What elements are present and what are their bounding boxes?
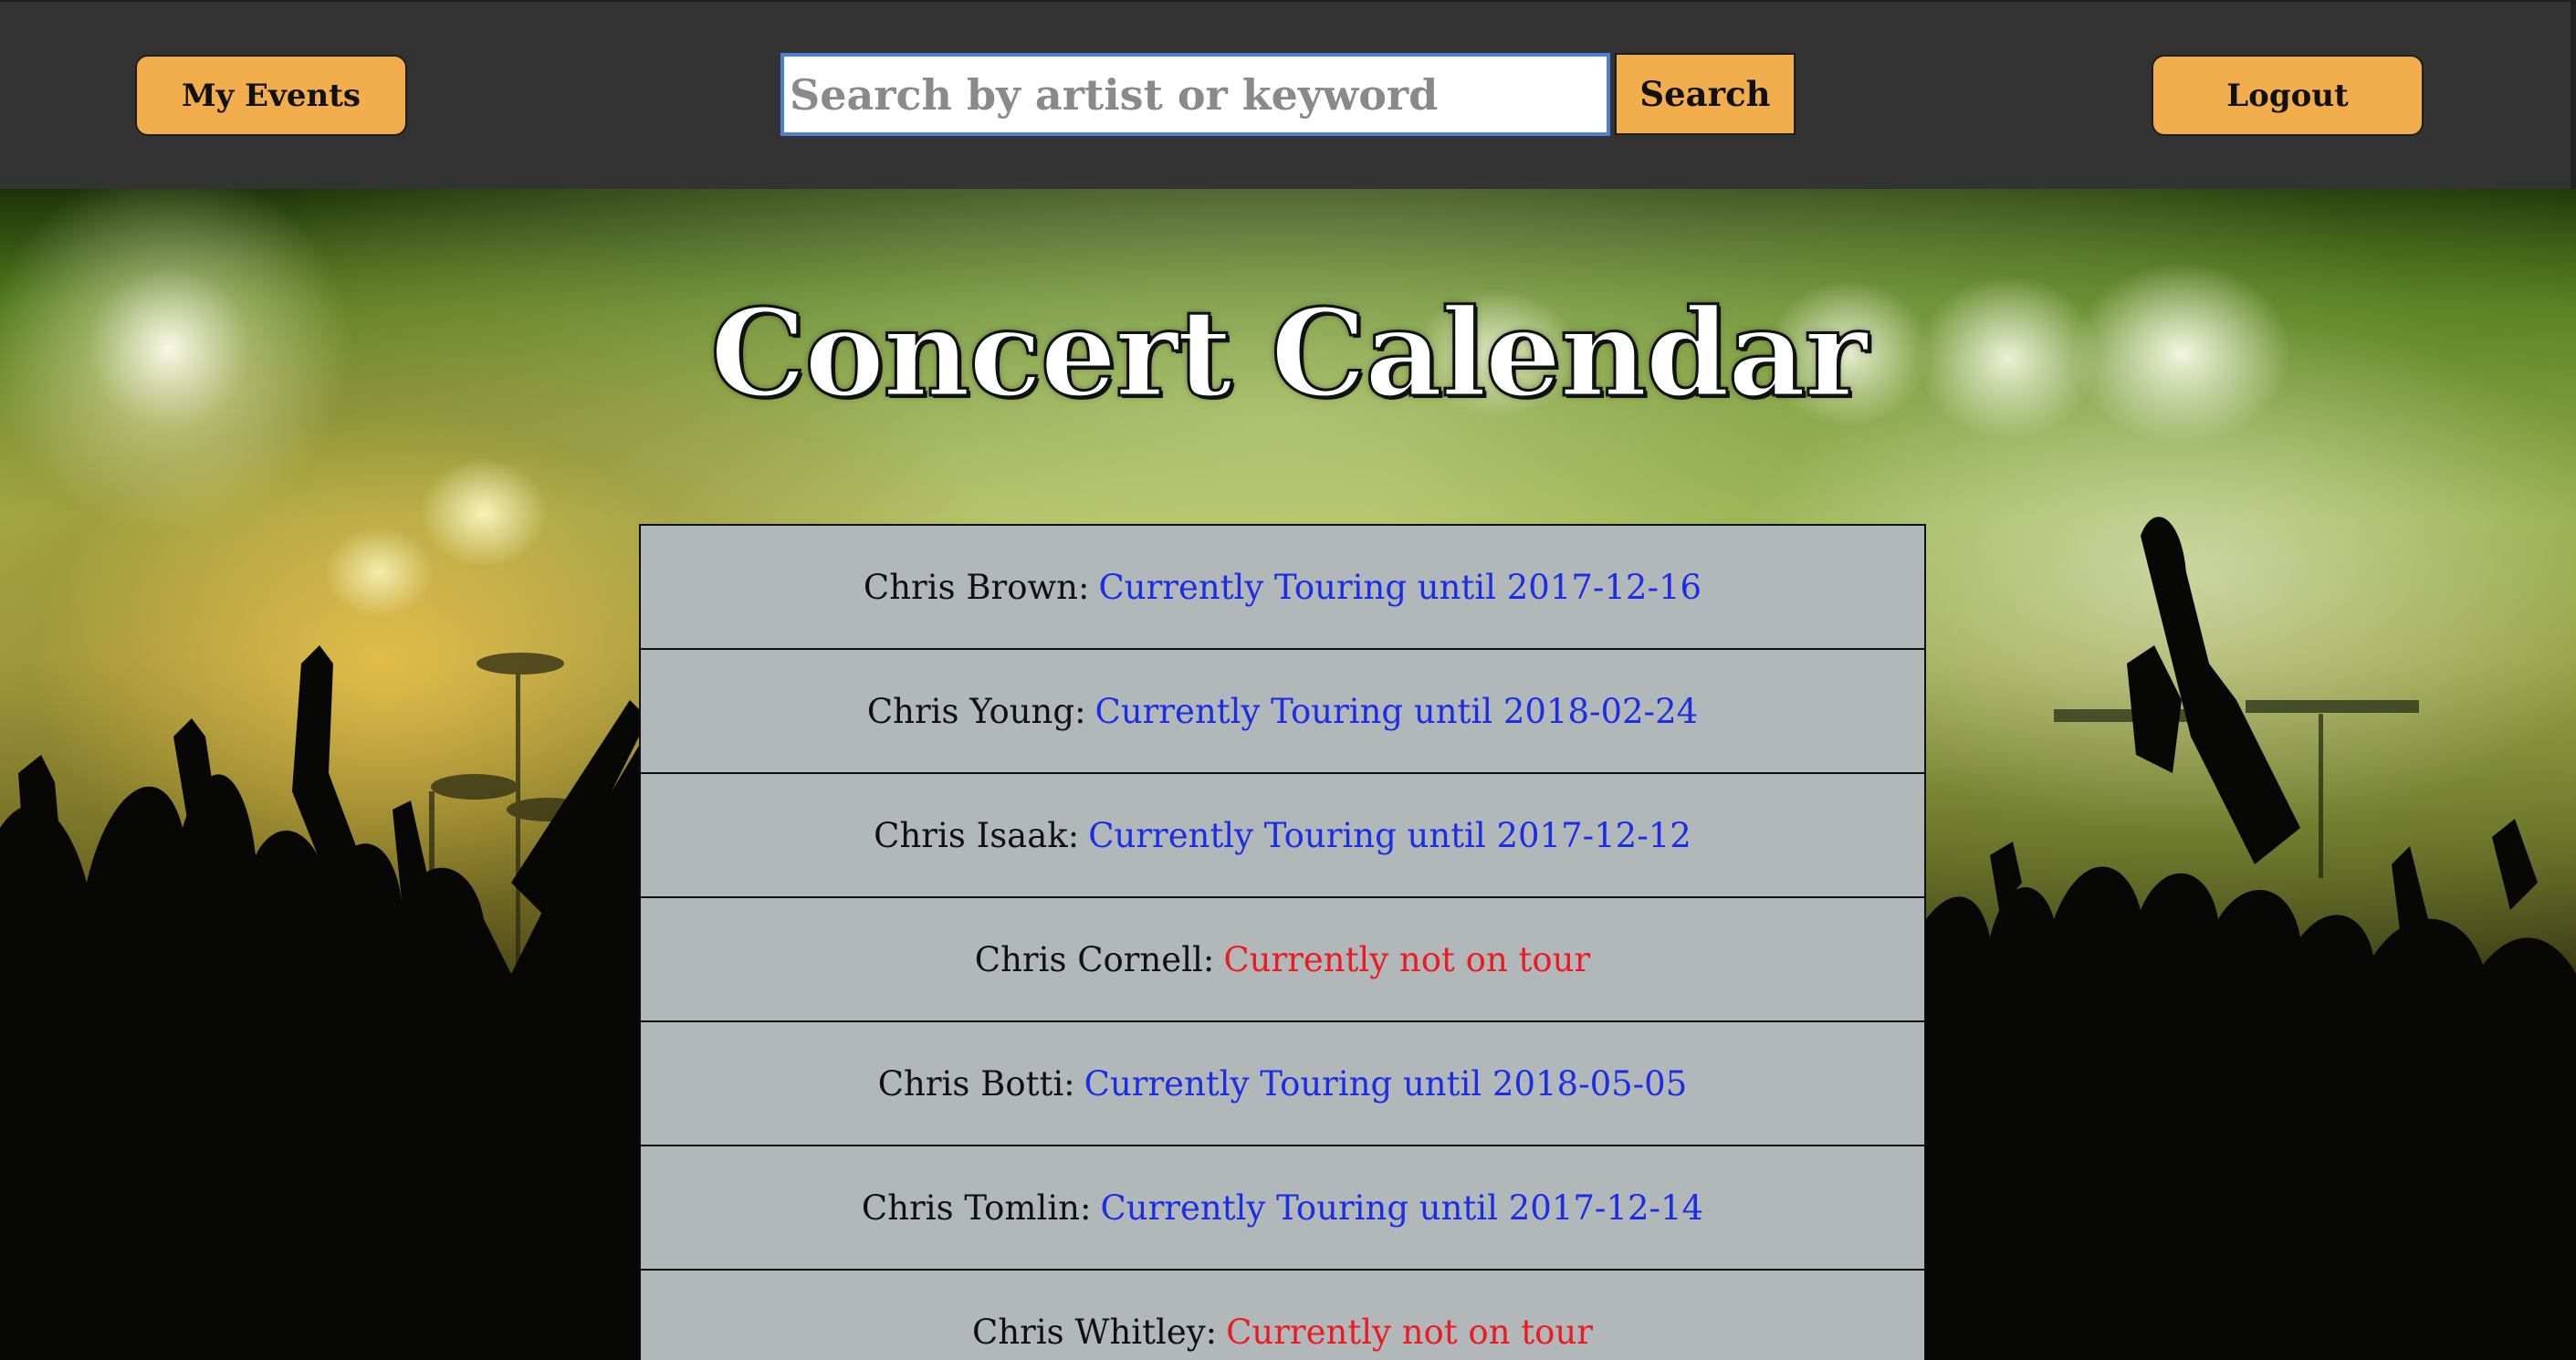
search-input[interactable] xyxy=(780,53,1610,136)
artist-name: Chris Cornell: xyxy=(974,939,1215,979)
artist-name: Chris Isaak: xyxy=(874,815,1080,855)
page-title: Concert Calendar xyxy=(709,282,1869,426)
tour-status: Currently Touring until 2017-12-14 xyxy=(1100,1187,1704,1228)
artist-row[interactable]: Chris Botti: Currently Touring until 2018… xyxy=(641,1020,1924,1145)
artist-row[interactable]: Chris Whitley: Currently not on tour xyxy=(641,1269,1924,1360)
search-button[interactable]: Search xyxy=(1615,53,1796,135)
artist-row[interactable]: Chris Young: Currently Touring until 2018… xyxy=(641,648,1924,772)
tour-status: Currently Touring until 2018-02-24 xyxy=(1094,691,1699,731)
my-events-button[interactable]: My Events xyxy=(135,55,407,136)
artist-name: Chris Botti: xyxy=(877,1063,1075,1104)
artist-name: Chris Tomlin: xyxy=(861,1187,1092,1228)
artist-row[interactable]: Chris Brown: Currently Touring until 2017… xyxy=(641,524,1924,648)
tour-status: Currently not on tour xyxy=(1226,1312,1593,1352)
top-navbar: My Events Search Logout xyxy=(0,0,2576,189)
tour-status: Currently Touring until 2017-12-16 xyxy=(1098,567,1702,607)
tour-status: Currently not on tour xyxy=(1223,939,1591,979)
artist-row[interactable]: Chris Cornell: Currently not on tour xyxy=(641,896,1924,1020)
artist-name: Chris Whitley: xyxy=(972,1312,1218,1352)
tour-status: Currently Touring until 2018-05-05 xyxy=(1084,1063,1688,1104)
logout-button[interactable]: Logout xyxy=(2152,55,2424,136)
tour-status: Currently Touring until 2017-12-12 xyxy=(1088,815,1691,855)
artist-name: Chris Young: xyxy=(866,691,1086,731)
artist-name: Chris Brown: xyxy=(863,567,1090,607)
artist-row[interactable]: Chris Tomlin: Currently Touring until 201… xyxy=(641,1145,1924,1269)
artist-row[interactable]: Chris Isaak: Currently Touring until 2017… xyxy=(641,772,1924,896)
artist-list: Chris Brown: Currently Touring until 2017… xyxy=(639,524,1926,1360)
